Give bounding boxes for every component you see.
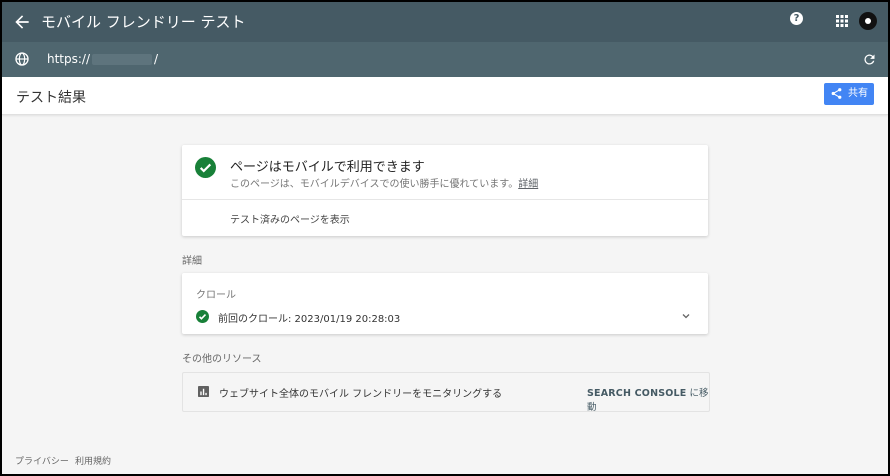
details-section-label: 詳細 — [182, 256, 202, 267]
help-icon[interactable]: ? — [790, 12, 803, 25]
results-header: テスト結果 共有 — [2, 77, 888, 115]
crawl-label: クロール — [196, 290, 236, 301]
globe-icon — [15, 52, 29, 66]
window: モバイル フレンドリー テスト ? https:// / テスト結果 共有 ペー… — [2, 2, 888, 474]
resource-item: ウェブサイト全体のモバイル フレンドリーをモニタリングする SEARCH CON… — [182, 372, 710, 413]
tested-url: https:// / — [47, 52, 158, 66]
check-circle-icon — [195, 157, 216, 178]
view-tested-page-link[interactable]: テスト済みのページを表示 — [230, 211, 350, 226]
result-card: ページはモバイルで利用できます このページは、モバイルデバイスでの使い勝手に優れ… — [182, 145, 708, 236]
share-button[interactable]: 共有 — [824, 83, 874, 105]
result-subtext: このページは、モバイルデバイスでの使い勝手に優れています。詳細 — [230, 175, 538, 190]
url-bar: https:// / — [2, 42, 888, 77]
resource-text: ウェブサイト全体のモバイル フレンドリーをモニタリングする — [219, 389, 503, 400]
result-heading: ページはモバイルで利用できます — [230, 160, 425, 175]
url-suffix: / — [154, 52, 159, 66]
apps-grid-icon[interactable] — [836, 15, 848, 27]
divider — [182, 199, 708, 200]
terms-link[interactable]: 利用規約 — [75, 454, 111, 467]
refresh-icon[interactable] — [862, 52, 877, 67]
account-avatar[interactable] — [859, 12, 877, 30]
share-label: 共有 — [848, 88, 868, 99]
privacy-link[interactable]: プライバシー — [15, 454, 69, 467]
bar-chart-icon — [198, 386, 209, 397]
search-console-link[interactable]: SEARCH CONSOLE に移動 — [587, 385, 709, 413]
back-arrow-icon[interactable] — [12, 12, 32, 32]
url-prefix: https:// — [47, 52, 91, 66]
app-title: モバイル フレンドリー テスト — [41, 13, 246, 31]
search-console-link-bold: SEARCH CONSOLE — [587, 388, 687, 399]
check-circle-icon — [196, 310, 209, 323]
last-crawl-text: 前回のクロール: 2023/01/19 20:28:03 — [218, 314, 401, 325]
url-redacted — [92, 53, 153, 65]
page-title: テスト結果 — [16, 90, 86, 106]
chevron-down-icon[interactable] — [681, 311, 691, 321]
share-icon — [831, 88, 842, 99]
crawl-card[interactable]: クロール 前回のクロール: 2023/01/19 20:28:03 — [182, 273, 708, 334]
details-link[interactable]: 詳細 — [518, 179, 538, 190]
app-bar: モバイル フレンドリー テスト ? — [2, 2, 888, 42]
resources-section-label: その他のリソース — [182, 354, 262, 365]
result-subtext-body: このページは、モバイルデバイスでの使い勝手に優れています。 — [230, 179, 519, 190]
